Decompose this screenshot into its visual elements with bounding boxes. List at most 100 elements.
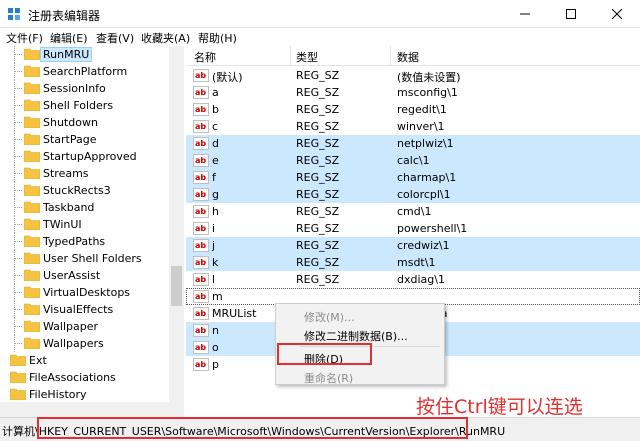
string-value-icon: ab [193,324,209,337]
value-data: (数值未设置) [397,71,461,84]
tree-item-label: VisualEffects [43,303,114,316]
folder-icon [24,337,40,349]
minimize-button[interactable] [502,0,548,28]
table-row[interactable]: ab c REG_SZ winver\1 [186,118,640,135]
folder-icon [24,116,40,128]
tree-horizontal-scrollbar[interactable] [0,402,184,417]
tree-item[interactable]: StartPage [0,131,170,148]
folder-icon [10,371,26,383]
tree-item[interactable]: StuckRects3 [0,182,170,199]
tree-item[interactable]: Wallpaper [0,318,170,335]
table-row[interactable]: ab i REG_SZ powershell\1 [186,220,640,237]
tree-item-label: Shell Folders [43,99,114,112]
registry-tree[interactable]: RunMRU SearchPlatform SessionInfo Shell Fol… [0,46,184,402]
table-row[interactable]: ab g REG_SZ colorcpl\1 [186,186,640,203]
table-row[interactable]: ab f REG_SZ charmap\1 [186,169,640,186]
menu-view[interactable]: 查看(V) [96,30,134,46]
value-name: c [212,120,219,133]
tree-item[interactable]: Shutdown [0,114,170,131]
column-name-header[interactable]: 名称 [194,49,216,65]
table-row[interactable]: ab b REG_SZ regedit\1 [186,101,640,118]
tree-item[interactable]: SessionInfo [0,80,170,97]
folder-icon [24,269,40,281]
value-type: REG_SZ [296,103,340,116]
tree-item[interactable]: RunMRU [0,46,170,63]
tree-item[interactable]: Streams [0,165,170,182]
delete-highlight-box [277,343,372,365]
tree-item[interactable]: FileAssociations [0,369,170,386]
tree-item[interactable]: TypedPaths [0,233,170,250]
value-type: REG_SZ [296,256,340,269]
value-type: REG_SZ [296,205,340,218]
tree-item-label: Ext [29,354,47,367]
table-row[interactable]: ab a REG_SZ msconfig\1 [186,84,640,101]
table-row[interactable]: ab l REG_SZ dxdiag\1 [186,271,640,288]
menu-edit[interactable]: 编辑(E) [50,30,88,46]
tree-item[interactable]: Ext [0,352,170,369]
maximize-button[interactable] [548,0,594,28]
string-value-icon: ab [193,222,209,235]
menu-bar: 文件(F) 编辑(E) 查看(V) 收藏夹(A) 帮助(H) [0,28,640,46]
folder-icon [24,99,40,111]
tree-item[interactable]: VirtualDesktops [0,284,170,301]
value-name: MRUList [212,307,257,320]
value-name: (默认) [212,71,243,84]
tree-vertical-scrollbar[interactable] [169,46,184,402]
menu-help[interactable]: 帮助(H) [198,30,237,46]
table-row[interactable]: ab e REG_SZ calc\1 [186,152,640,169]
tree-item[interactable]: User Shell Folders [0,250,170,267]
value-type: REG_SZ [296,222,340,235]
value-data: winver\1 [397,120,445,133]
folder-icon [24,48,40,60]
table-row[interactable]: ab d REG_SZ netplwiz\1 [186,135,640,152]
title-bar: 注册表编辑器 [0,0,640,28]
tree-item[interactable]: Shell Folders [0,97,170,114]
folder-icon [24,65,40,77]
folder-icon [24,303,40,315]
folder-icon [24,133,40,145]
value-name: i [212,222,216,235]
tree-item-label: FileHistory [29,388,87,401]
value-data: charmap\1 [397,171,457,184]
close-button[interactable] [594,0,640,28]
tree-item[interactable]: SearchPlatform [0,63,170,80]
table-row[interactable]: ab (默认) REG_SZ (数值未设置) [186,67,640,84]
close-icon [612,9,622,19]
tree-item-label: UserAssist [43,269,101,282]
menu-file[interactable]: 文件(F) [6,30,43,46]
value-name: l [212,273,216,286]
value-type: REG_SZ [296,171,340,184]
tree-item[interactable]: TWinUI [0,216,170,233]
string-value-icon: ab [193,341,209,354]
tree-scroll-thumb[interactable] [171,266,182,306]
tree-item-label: Wallpapers [43,337,104,350]
tree-item[interactable]: Wallpapers [0,335,170,352]
tree-item[interactable]: UserAssist [0,267,170,284]
tree-item[interactable]: FileHistory [0,386,170,402]
table-row[interactable]: ab j REG_SZ credwiz\1 [186,237,640,254]
table-row[interactable]: ab h REG_SZ cmd\1 [186,203,640,220]
string-value-icon: ab [193,103,209,116]
value-type: REG_SZ [296,239,340,252]
column-type-header[interactable]: 类型 [296,49,318,65]
folder-icon [10,388,26,400]
tree-item[interactable]: VisualEffects [0,301,170,318]
value-data: msconfig\1 [397,86,458,99]
folder-icon [24,218,40,230]
value-name: p [212,358,219,371]
tree-item[interactable]: Taskband [0,199,170,216]
menu-rename[interactable]: 重命名(R) [304,370,353,386]
annotation-text: 按住Ctrl键可以连选 [416,396,583,418]
table-row[interactable]: ab k REG_SZ msdt\1 [186,254,640,271]
value-name: m [212,290,223,303]
tree-item[interactable]: StartupApproved [0,148,170,165]
menu-modify-binary[interactable]: 修改二进制数据(B)... [304,328,408,344]
menu-favorites[interactable]: 收藏夹(A) [141,30,190,46]
value-data: dxdiag\1 [397,273,445,286]
string-value-icon: ab [193,137,209,150]
column-data-header[interactable]: 数据 [397,49,419,65]
minimize-icon [520,13,530,15]
folder-icon [24,235,40,247]
menu-modify[interactable]: 修改(M)... [304,309,355,325]
string-value-icon: ab [193,307,209,320]
